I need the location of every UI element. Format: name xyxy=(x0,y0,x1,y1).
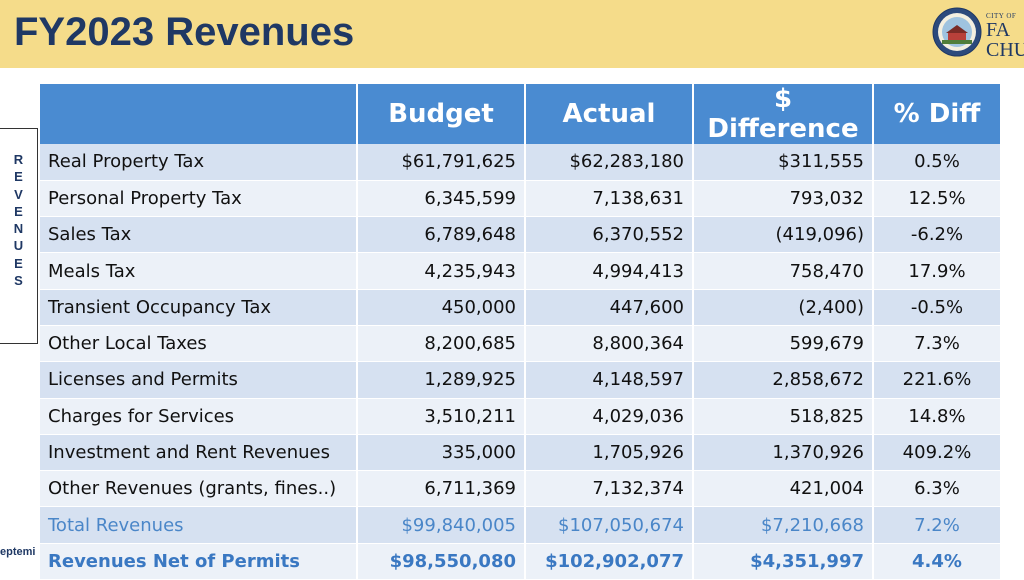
row-label: Sales Tax xyxy=(40,216,358,254)
logo-line-2: CHU xyxy=(986,39,1024,58)
difference-cell: (419,096) xyxy=(693,216,874,254)
pct-diff-cell: 14.8% xyxy=(873,398,1000,435)
budget-cell: 6,789,648 xyxy=(357,216,526,254)
actual-cell: 6,370,552 xyxy=(525,216,694,254)
actual-cell: $62,283,180 xyxy=(525,144,694,181)
budget-cell: 6,711,369 xyxy=(357,470,526,508)
pct-diff-cell: -6.2% xyxy=(873,216,1000,254)
column-header-item xyxy=(40,84,358,144)
difference-cell: 518,825 xyxy=(693,398,874,435)
row-label: Revenues Net of Permits xyxy=(40,543,358,580)
pct-diff-cell: 221.6% xyxy=(873,361,1000,399)
net-of-permits-row: Revenues Net of Permits $98,550,080 $102,9… xyxy=(40,543,1000,580)
difference-cell: $7,210,668 xyxy=(693,506,874,544)
row-label: Meals Tax xyxy=(40,252,358,290)
revenues-side-label: R E V E N U E S xyxy=(0,128,38,344)
pct-diff-cell: -0.5% xyxy=(873,289,1000,326)
actual-cell: 4,148,597 xyxy=(525,361,694,399)
pct-diff-cell: 17.9% xyxy=(873,252,1000,290)
pct-diff-cell: 12.5% xyxy=(873,180,1000,218)
revenues-table: Budget Actual $ Difference % Diff Real P… xyxy=(40,84,1000,580)
table-header-row: Budget Actual $ Difference % Diff xyxy=(40,84,1000,144)
table-row: Other Local Taxes 8,200,685 8,800,364 599,6… xyxy=(40,325,1000,363)
budget-cell: 335,000 xyxy=(357,434,526,472)
row-label: Charges for Services xyxy=(40,398,358,435)
actual-cell: 7,138,631 xyxy=(525,180,694,218)
table-row: Investment and Rent Revenues 335,000 1,705… xyxy=(40,434,1000,472)
table-row: Other Revenues (grants, fines..) 6,711,36… xyxy=(40,470,1000,508)
pct-diff-cell: 6.3% xyxy=(873,470,1000,508)
footer-note: eptemi xyxy=(0,546,36,558)
pct-diff-cell: 7.3% xyxy=(873,325,1000,363)
side-letter: S xyxy=(14,273,23,289)
table-row: Personal Property Tax 6,345,599 7,138,631 7… xyxy=(40,180,1000,218)
budget-cell: 8,200,685 xyxy=(357,325,526,363)
column-header-difference: $ Difference xyxy=(693,84,874,144)
table-row: Licenses and Permits 1,289,925 4,148,597 2,… xyxy=(40,361,1000,399)
difference-cell: $4,351,997 xyxy=(693,543,874,580)
table-row: Charges for Services 3,510,211 4,029,036 51… xyxy=(40,398,1000,435)
column-header-pct-diff: % Diff xyxy=(873,84,1000,144)
difference-cell: 599,679 xyxy=(693,325,874,363)
city-logo-wordmark: CITY OF FA CHU xyxy=(986,12,1024,58)
actual-cell: 4,994,413 xyxy=(525,252,694,290)
pct-diff-cell: 4.4% xyxy=(873,543,1000,580)
budget-cell: 6,345,599 xyxy=(357,180,526,218)
difference-cell: $311,555 xyxy=(693,144,874,181)
row-label: Investment and Rent Revenues xyxy=(40,434,358,472)
pct-diff-cell: 0.5% xyxy=(873,144,1000,181)
actual-cell: 1,705,926 xyxy=(525,434,694,472)
total-revenues-row: Total Revenues $99,840,005 $107,050,674 $7,… xyxy=(40,506,1000,544)
pct-diff-cell: 7.2% xyxy=(873,506,1000,544)
actual-cell: $102,902,077 xyxy=(525,543,694,580)
side-letter: E xyxy=(14,255,23,271)
actual-cell: 7,132,374 xyxy=(525,470,694,508)
side-label-letters: R E V E N U E S xyxy=(0,151,37,289)
difference-cell: 2,858,672 xyxy=(693,361,874,399)
city-seal-icon xyxy=(932,7,982,57)
budget-cell: $61,791,625 xyxy=(357,144,526,181)
table-row: Real Property Tax $61,791,625 $62,283,180 $… xyxy=(40,144,1000,181)
side-letter: N xyxy=(13,221,24,237)
budget-cell: 3,510,211 xyxy=(357,398,526,435)
table-row: Sales Tax 6,789,648 6,370,552 (419,096) -6.2… xyxy=(40,216,1000,254)
row-label: Licenses and Permits xyxy=(40,361,358,399)
side-letter: E xyxy=(14,203,23,219)
budget-cell: $98,550,080 xyxy=(357,543,526,580)
column-header-budget: Budget xyxy=(357,84,526,144)
side-letter: E xyxy=(14,169,23,185)
row-label: Other Local Taxes xyxy=(40,325,358,363)
row-label: Other Revenues (grants, fines..) xyxy=(40,470,358,508)
row-label: Transient Occupancy Tax xyxy=(40,289,358,326)
row-label: Total Revenues xyxy=(40,506,358,544)
column-header-actual: Actual xyxy=(525,84,694,144)
budget-cell: 4,235,943 xyxy=(357,252,526,290)
difference-cell: 758,470 xyxy=(693,252,874,290)
page-title: FY2023 Revenues xyxy=(14,10,355,54)
difference-cell: 1,370,926 xyxy=(693,434,874,472)
table-row: Transient Occupancy Tax 450,000 447,600 (2,… xyxy=(40,289,1000,326)
row-label: Personal Property Tax xyxy=(40,180,358,218)
budget-cell: 1,289,925 xyxy=(357,361,526,399)
budget-cell: $99,840,005 xyxy=(357,506,526,544)
logo-line-1: FA xyxy=(986,19,1011,41)
actual-cell: 8,800,364 xyxy=(525,325,694,363)
difference-cell: (2,400) xyxy=(693,289,874,326)
side-letter: R xyxy=(13,152,24,167)
side-letter: V xyxy=(14,186,23,202)
actual-cell: 447,600 xyxy=(525,289,694,326)
table-row: Meals Tax 4,235,943 4,994,413 758,470 17.9% xyxy=(40,252,1000,290)
difference-cell: 793,032 xyxy=(693,180,874,218)
actual-cell: $107,050,674 xyxy=(525,506,694,544)
pct-diff-cell: 409.2% xyxy=(873,434,1000,472)
table-body: Real Property Tax $61,791,625 $62,283,180 $… xyxy=(40,144,1000,580)
side-letter: U xyxy=(13,238,24,254)
actual-cell: 4,029,036 xyxy=(525,398,694,435)
difference-cell: 421,004 xyxy=(693,470,874,508)
row-label: Real Property Tax xyxy=(40,144,358,181)
budget-cell: 450,000 xyxy=(357,289,526,326)
